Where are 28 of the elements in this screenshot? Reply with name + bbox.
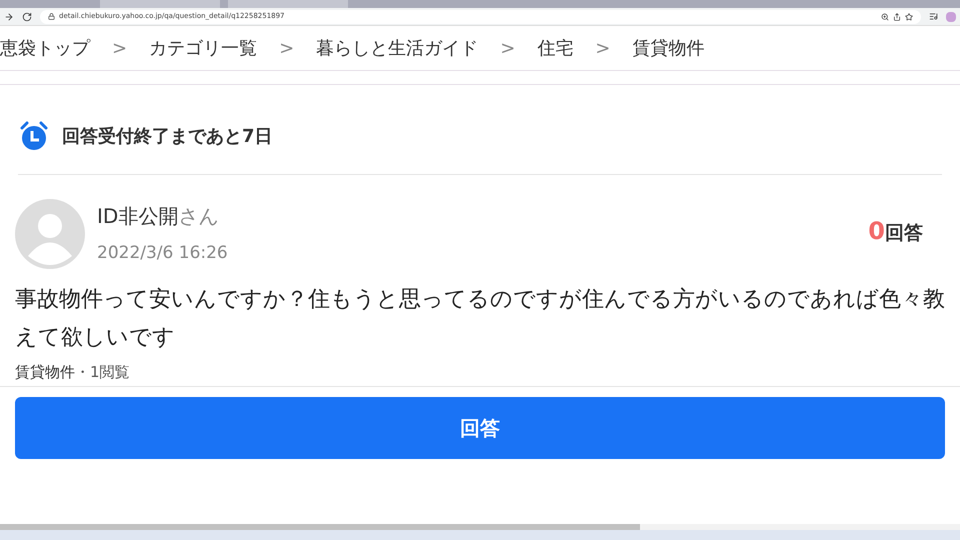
breadcrumb-link[interactable]: 賃貸物件 (632, 34, 704, 62)
honorific-text: さん (178, 204, 218, 228)
bookmark-star-icon[interactable] (905, 12, 913, 20)
zoom-icon[interactable] (881, 12, 889, 20)
breadcrumb-link[interactable]: 住宅 (537, 34, 574, 62)
lock-icon (48, 13, 55, 20)
share-icon[interactable] (893, 12, 901, 20)
answer-button[interactable]: 回答 (15, 396, 945, 458)
alarm-clock-icon (18, 120, 50, 152)
breadcrumb-link[interactable]: 暮らしと生活ガイド (316, 34, 478, 62)
breadcrumb-link[interactable]: 恵袋トップ (0, 34, 90, 62)
view-count: ・1閲覧 (75, 363, 130, 381)
reload-icon[interactable] (22, 12, 32, 22)
avatar-icon (15, 199, 85, 269)
breadcrumb-separator: > (279, 36, 294, 60)
media-icon[interactable] (929, 12, 938, 21)
user-name[interactable]: ID非公開 (97, 204, 178, 228)
question-text: 事故物件って安いんですか？住もうと思ってるのですが住んでる方がいるのであれば色々教えて欲しいです (14, 286, 946, 352)
deadline-text: 回答受付終了まであと7日 (62, 124, 273, 148)
breadcrumb-separator: > (595, 36, 610, 60)
breadcrumb-link[interactable]: カテゴリ一覧 (149, 34, 258, 62)
answer-count: 0 (868, 216, 885, 247)
answer-count-label: 回答 (885, 221, 923, 246)
breadcrumb-separator: > (500, 36, 516, 60)
category-link[interactable]: 賃貸物件 (15, 363, 75, 381)
forward-icon[interactable] (4, 12, 14, 22)
breadcrumb-separator: > (112, 36, 128, 60)
post-date: 2022/3/6 16:26 (97, 242, 228, 266)
